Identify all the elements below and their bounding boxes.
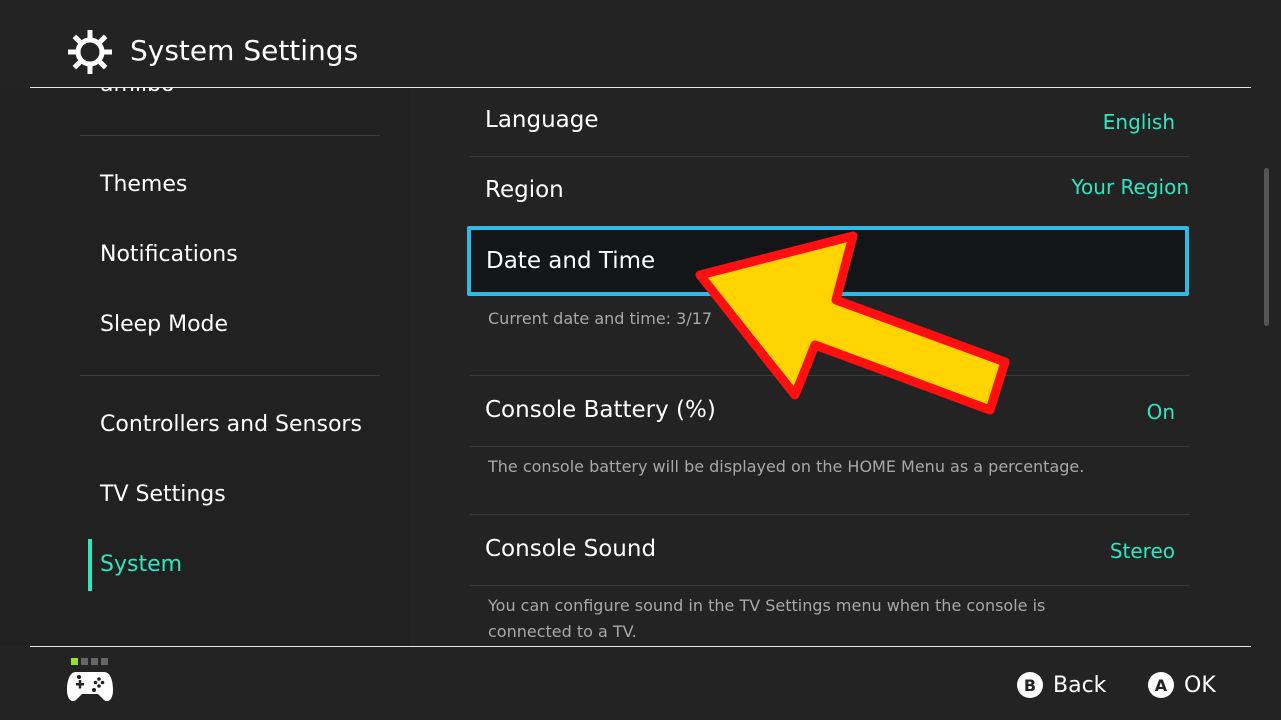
setting-value: On — [1146, 400, 1175, 424]
sidebar-item-amiibo[interactable]: amiibo — [100, 88, 175, 100]
back-label: Back — [1053, 672, 1107, 698]
row-divider — [470, 446, 1190, 447]
setting-label: Date and Time — [486, 248, 656, 274]
setting-label: Console Sound — [485, 536, 657, 562]
player-indicator-1 — [71, 658, 78, 665]
sidebar-item-themes[interactable]: Themes — [100, 170, 187, 200]
gear-icon — [68, 30, 112, 74]
setting-label: Region — [485, 177, 564, 203]
setting-value: Stereo — [1109, 539, 1175, 563]
sidebar-item-sleep-mode[interactable]: Sleep Mode — [100, 310, 228, 340]
controller-icon — [67, 672, 113, 702]
setting-label: Language — [485, 107, 599, 133]
player-indicator-3 — [91, 658, 98, 665]
setting-row-console-battery[interactable]: Console Battery (%) On — [470, 376, 1190, 446]
setting-label: Console Battery (%) — [485, 397, 716, 423]
sidebar-item-controllers-and-sensors[interactable]: Controllers and Sensors — [100, 410, 362, 440]
setting-row-language[interactable]: Language English — [470, 88, 1190, 156]
setting-value: English — [1102, 110, 1175, 134]
b-button-icon: B — [1017, 672, 1043, 698]
active-indicator — [88, 539, 92, 591]
sidebar-item-system[interactable]: System — [100, 550, 182, 580]
setting-description: The console battery will be displayed on… — [488, 457, 1085, 476]
player-indicator-2 — [81, 658, 88, 665]
setting-row-region[interactable]: Region Your Region — [470, 157, 1190, 225]
ok-label: OK — [1184, 672, 1216, 698]
player-indicator-4 — [101, 658, 108, 665]
sidebar-divider — [80, 135, 380, 136]
scrollbar[interactable] — [1264, 168, 1269, 326]
sidebar-divider — [80, 375, 380, 376]
footer-divider — [30, 646, 1251, 647]
setting-row-date-and-time[interactable]: Date and Time — [467, 226, 1189, 296]
setting-row-console-sound[interactable]: Console Sound Stereo — [470, 515, 1190, 585]
page-title: System Settings — [130, 34, 359, 67]
ok-button[interactable]: A OK — [1148, 670, 1216, 700]
back-button[interactable]: B Back — [1017, 670, 1106, 700]
sidebar: amiibo Themes Notifications Sleep Mode C… — [0, 88, 410, 646]
setting-value: Your Region — [1071, 175, 1189, 199]
settings-list: Language English Region Your Region Date… — [410, 88, 1260, 646]
a-button-icon: A — [1148, 672, 1174, 698]
setting-description: Current date and time: 3/17 — [488, 309, 713, 328]
sidebar-item-notifications[interactable]: Notifications — [100, 240, 238, 270]
row-divider — [470, 585, 1190, 586]
setting-description: You can configure sound in the TV Settin… — [488, 596, 1046, 641]
sidebar-item-tv-settings[interactable]: TV Settings — [100, 480, 226, 510]
